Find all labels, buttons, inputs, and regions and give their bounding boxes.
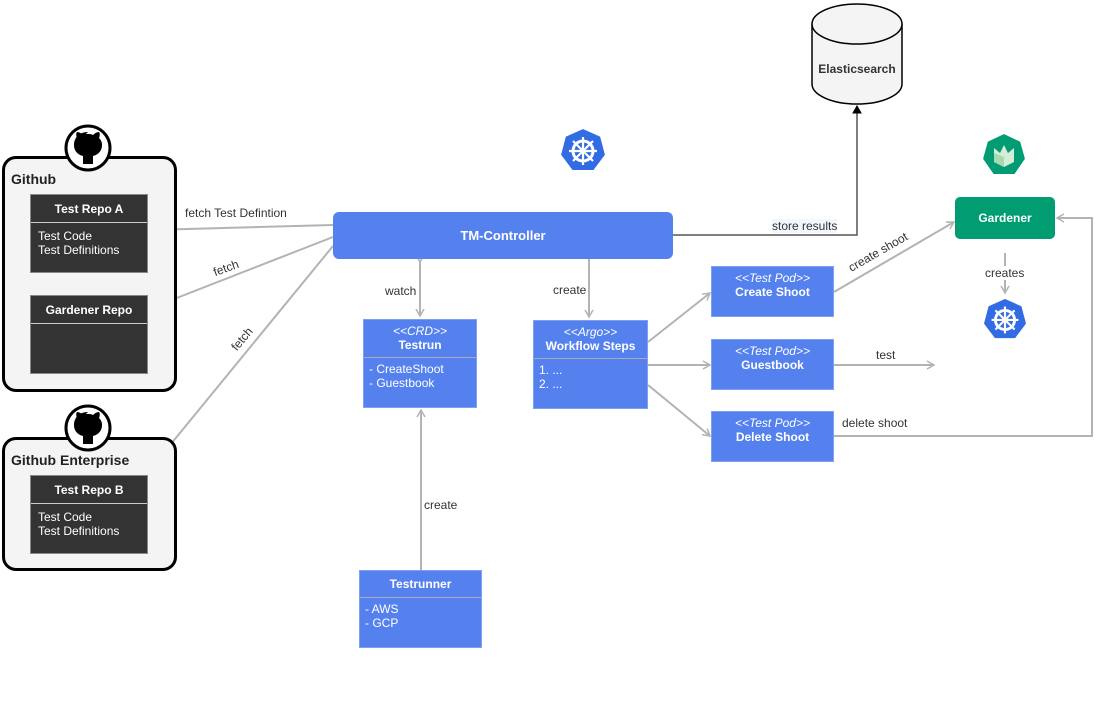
github-icon	[64, 124, 112, 172]
edge-label-create-workflow: create	[553, 283, 587, 297]
test-pod-guestbook[interactable]: <<Test Pod>> Guestbook	[711, 339, 834, 390]
repo-name: Test Repo B	[31, 476, 147, 504]
edge-label-store-results: store results	[772, 219, 838, 233]
gardener-icon	[980, 131, 1028, 179]
gardener-node[interactable]: Gardener	[955, 197, 1055, 239]
elasticsearch-label: Elasticsearch	[818, 62, 896, 76]
kubernetes-shoot-icon	[981, 296, 1029, 342]
test-pod-create-shoot[interactable]: <<Test Pod>> Create Shoot	[711, 266, 834, 317]
card-name: Testrun	[398, 338, 442, 352]
repo-name: Test Repo A	[31, 195, 147, 223]
card-name: Delete Shoot	[735, 430, 810, 444]
github-enterprise-icon	[64, 404, 112, 452]
edge-label-watch: watch	[385, 284, 417, 298]
repo-card-gardener-repo[interactable]: Gardener Repo	[30, 295, 148, 374]
testrunner-card[interactable]: Testrunner - AWS - GCP	[359, 570, 482, 648]
repo-name: Gardener Repo	[31, 296, 147, 324]
card-name: Workflow Steps	[545, 339, 636, 353]
repo-body: Test Code Test Definitions	[38, 229, 120, 257]
stereotype-label: <<Argo>>	[563, 325, 618, 339]
tm-controller[interactable]: TM-Controller	[333, 212, 673, 259]
github-enterprise-title: Github Enterprise	[11, 452, 130, 468]
stereotype-label: <<Test Pod>>	[735, 344, 810, 358]
database-icon	[811, 3, 903, 105]
elasticsearch-db[interactable]: Elasticsearch	[811, 2, 903, 106]
repo-body	[31, 324, 147, 336]
card-body: 1. ... 2. ...	[539, 363, 563, 391]
edge-label-fetch-test-definition: fetch Test Defintion	[185, 206, 287, 220]
edge-store-results	[673, 104, 862, 236]
github-title: Github	[11, 171, 57, 187]
edge-create-shoot	[833, 221, 956, 293]
edge-label-test: test	[876, 348, 896, 362]
edge-fetch-gardener	[149, 236, 334, 310]
testrun-crd-card[interactable]: <<CRD>> Testrun - CreateShoot - Guestboo…	[363, 319, 477, 408]
edge-fetch-test-definition	[149, 224, 334, 235]
card-body: - CreateShoot - Guestbook	[369, 362, 444, 390]
repo-body: Test Code Test Definitions	[38, 510, 120, 538]
kubernetes-icon	[558, 126, 608, 174]
stereotype-label: <<Test Pod>>	[735, 416, 810, 430]
edge-workflow-delete-shoot	[647, 384, 712, 437]
test-pod-delete-shoot[interactable]: <<Test Pod>> Delete Shoot	[711, 411, 834, 462]
repo-card-test-repo-a[interactable]: Test Repo A Test Code Test Definitions	[30, 194, 148, 273]
card-name: Guestbook	[741, 358, 804, 372]
edge-label-creates: creates	[985, 266, 1025, 280]
card-name: Create Shoot	[735, 285, 810, 299]
stereotype-label: <<CRD>>	[392, 324, 448, 338]
edge-label-create-testrun: create	[424, 498, 458, 512]
stereotype-label: <<Test Pod>>	[735, 271, 810, 285]
edge-workflow-create-shoot	[647, 292, 712, 343]
card-name: Testrunner	[389, 577, 452, 591]
workflow-steps-card[interactable]: <<Argo>> Workflow Steps 1. ... 2. ...	[533, 320, 648, 409]
card-body: - AWS - GCP	[365, 602, 399, 630]
repo-card-test-repo-b[interactable]: Test Repo B Test Code Test Definitions	[30, 475, 148, 554]
edge-label-delete-shoot: delete shoot	[842, 416, 908, 430]
